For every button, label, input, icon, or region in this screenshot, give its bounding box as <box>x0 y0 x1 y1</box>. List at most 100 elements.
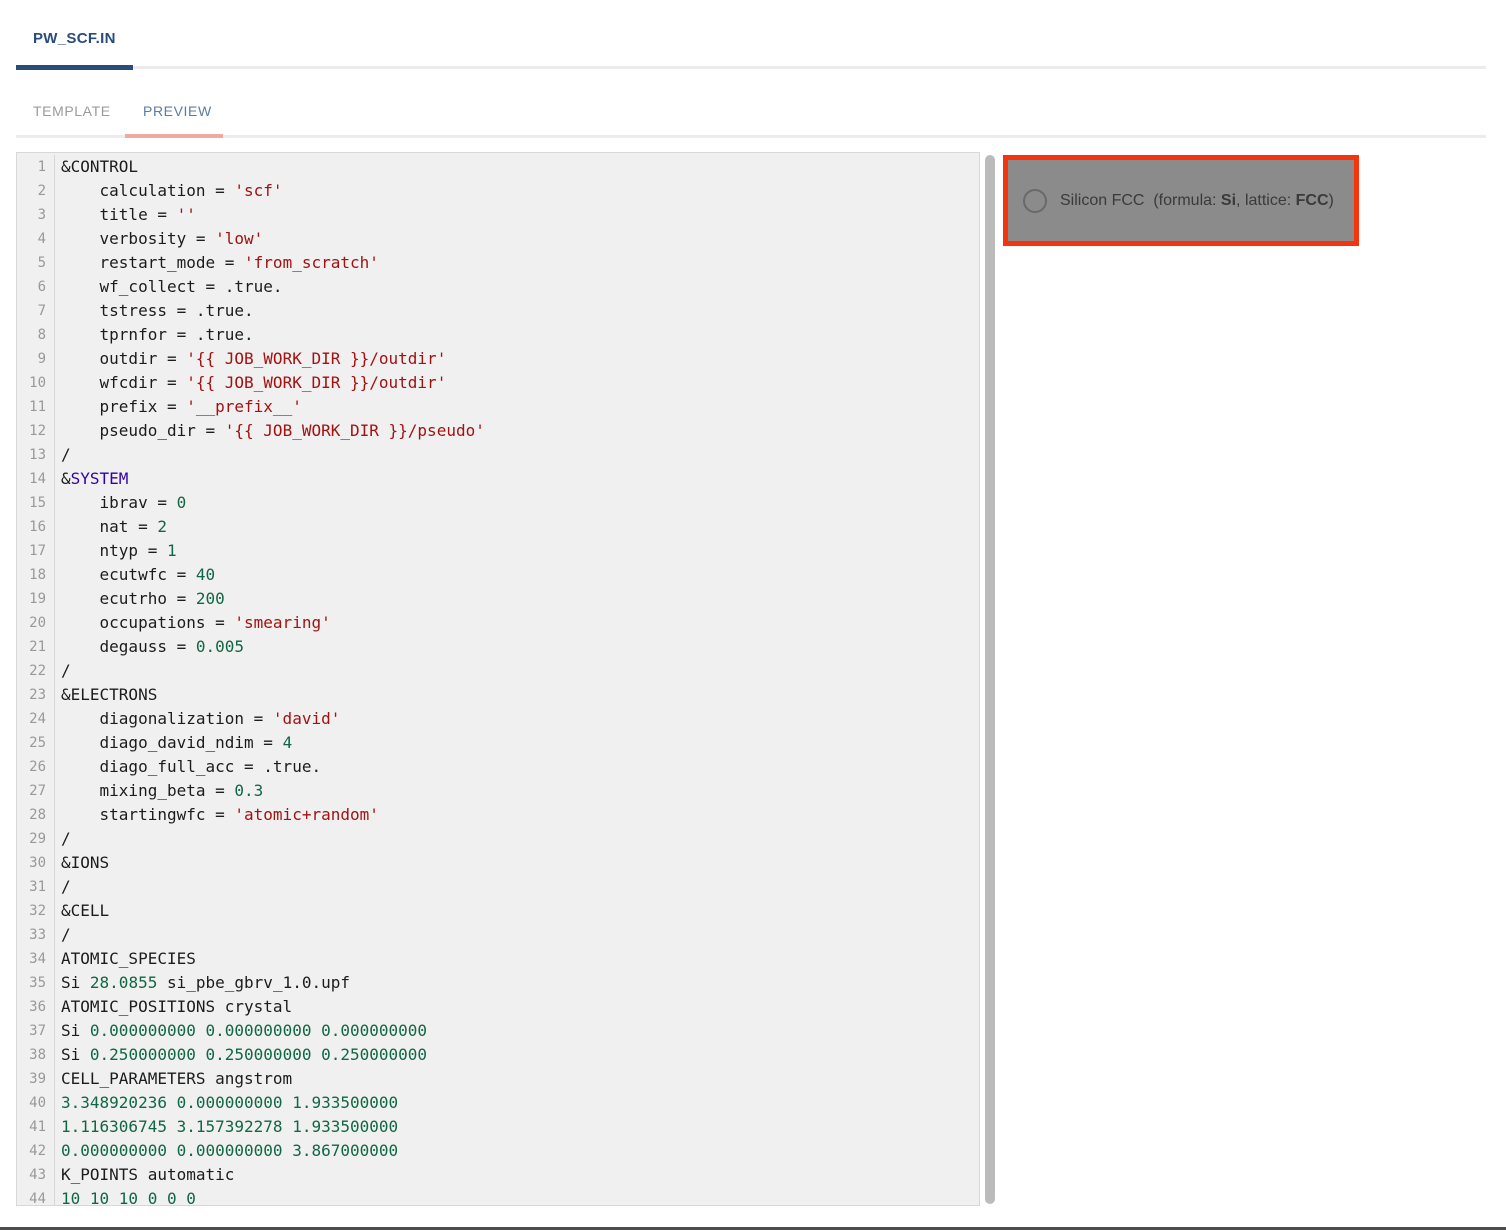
code-text: ecutrho = 200 <box>55 587 225 611</box>
code-text: Si 0.000000000 0.000000000 0.000000000 <box>55 1019 427 1043</box>
code-line: 4410 10 10 0 0 0 <box>17 1187 979 1206</box>
code-line: 16 nat = 2 <box>17 515 979 539</box>
code-line: 19 ecutrho = 200 <box>17 587 979 611</box>
code-token: si_pbe_gbrv_1.0.upf <box>157 973 350 992</box>
code-token: tprnfor = .true. <box>61 325 254 344</box>
code-line: 29/ <box>17 827 979 851</box>
tab-preview[interactable]: PREVIEW <box>143 103 212 119</box>
radio-button-icon[interactable] <box>1023 189 1047 213</box>
code-editor[interactable]: 1&CONTROL2 calculation = 'scf'3 title = … <box>16 152 980 1206</box>
code-token: 1.116306745 3.157392278 1.933500000 <box>61 1117 398 1136</box>
code-text: / <box>55 827 71 851</box>
code-token: wfcdir = <box>61 373 186 392</box>
line-number: 15 <box>17 491 55 515</box>
code-token: degauss = <box>61 637 196 656</box>
code-token: 0.000000000 0.000000000 3.867000000 <box>61 1141 398 1160</box>
code-token: diago_full_acc = .true. <box>61 757 321 776</box>
code-token: & <box>61 469 71 488</box>
file-tab-pw-scf-in[interactable]: PW_SCF.IN <box>33 30 116 47</box>
code-line: 13/ <box>17 443 979 467</box>
code-text: / <box>55 875 71 899</box>
code-line: 28 startingwfc = 'atomic+random' <box>17 803 979 827</box>
material-option-silicon-fcc[interactable]: Silicon FCC (formula: Si, lattice: FCC) <box>1003 155 1359 246</box>
code-line: 30&IONS <box>17 851 979 875</box>
line-number: 40 <box>17 1091 55 1115</box>
code-token: '{{ JOB_WORK_DIR }}/outdir' <box>186 373 446 392</box>
code-token: / <box>61 661 71 680</box>
line-number: 1 <box>17 155 55 179</box>
code-token: 'scf' <box>234 181 282 200</box>
line-number: 41 <box>17 1115 55 1139</box>
code-line: 21 degauss = 0.005 <box>17 635 979 659</box>
code-line: 24 diagonalization = 'david' <box>17 707 979 731</box>
code-token: prefix = <box>61 397 186 416</box>
code-token: diago_david_ndim = <box>61 733 283 752</box>
tab-template[interactable]: TEMPLATE <box>33 103 111 119</box>
code-line: 2 calculation = 'scf' <box>17 179 979 203</box>
code-text: Si 0.250000000 0.250000000 0.250000000 <box>55 1043 427 1067</box>
code-token: Si <box>61 973 90 992</box>
line-number: 21 <box>17 635 55 659</box>
code-text: ntyp = 1 <box>55 539 177 563</box>
line-number: 19 <box>17 587 55 611</box>
code-token: mixing_beta = <box>61 781 234 800</box>
code-token: CELL_PARAMETERS angstrom <box>61 1069 292 1088</box>
app-root: PW_SCF.IN TEMPLATE PREVIEW 1&CONTROL2 ca… <box>0 0 1506 1230</box>
code-token: title = <box>61 205 177 224</box>
code-text: wf_collect = .true. <box>55 275 283 299</box>
code-token: 0.000000000 0.000000000 0.000000000 <box>90 1021 427 1040</box>
editor-scrollbar[interactable] <box>985 155 995 1204</box>
line-number: 26 <box>17 755 55 779</box>
line-number: 7 <box>17 299 55 323</box>
code-token: '{{ JOB_WORK_DIR }}/pseudo' <box>225 421 485 440</box>
code-text: ATOMIC_POSITIONS crystal <box>55 995 292 1019</box>
preview-tab-active-indicator <box>125 134 223 138</box>
code-line: 9 outdir = '{{ JOB_WORK_DIR }}/outdir' <box>17 347 979 371</box>
code-text: 1.116306745 3.157392278 1.933500000 <box>55 1115 398 1139</box>
code-line: 34ATOMIC_SPECIES <box>17 947 979 971</box>
code-text: 3.348920236 0.000000000 1.933500000 <box>55 1091 398 1115</box>
line-number: 29 <box>17 827 55 851</box>
code-line: 18 ecutwfc = 40 <box>17 563 979 587</box>
code-token: 0 <box>177 493 187 512</box>
code-text: &CELL <box>55 899 109 923</box>
code-token: calculation = <box>61 181 234 200</box>
line-number: 37 <box>17 1019 55 1043</box>
code-text: restart_mode = 'from_scratch' <box>55 251 379 275</box>
code-line: 7 tstress = .true. <box>17 299 979 323</box>
line-number: 38 <box>17 1043 55 1067</box>
code-text: Si 28.0855 si_pbe_gbrv_1.0.upf <box>55 971 350 995</box>
code-token: verbosity = <box>61 229 215 248</box>
code-token: / <box>61 925 71 944</box>
code-text: / <box>55 923 71 947</box>
code-token: 0.3 <box>234 781 263 800</box>
line-number: 11 <box>17 395 55 419</box>
line-number: 10 <box>17 371 55 395</box>
line-number: 31 <box>17 875 55 899</box>
code-line: 43K_POINTS automatic <box>17 1163 979 1187</box>
code-token: '__prefix__' <box>186 397 302 416</box>
line-number: 5 <box>17 251 55 275</box>
code-token: nat = <box>61 517 157 536</box>
code-token: 10 10 10 0 0 0 <box>61 1189 196 1206</box>
line-number: 23 <box>17 683 55 707</box>
code-line: 33/ <box>17 923 979 947</box>
code-text: diago_full_acc = .true. <box>55 755 321 779</box>
code-token: 40 <box>196 565 215 584</box>
code-text: ecutwfc = 40 <box>55 563 215 587</box>
code-token: &CELL <box>61 901 109 920</box>
code-text: 10 10 10 0 0 0 <box>55 1187 196 1206</box>
code-token: restart_mode = <box>61 253 244 272</box>
code-line: 37Si 0.000000000 0.000000000 0.000000000 <box>17 1019 979 1043</box>
code-text: diago_david_ndim = 4 <box>55 731 292 755</box>
code-line: 31/ <box>17 875 979 899</box>
material-label-bold: FCC <box>1296 192 1329 209</box>
code-text: CELL_PARAMETERS angstrom <box>55 1067 292 1091</box>
code-text: mixing_beta = 0.3 <box>55 779 263 803</box>
sub-tab-underline-track <box>16 135 1486 138</box>
line-number: 39 <box>17 1067 55 1091</box>
code-token: 'smearing' <box>234 613 330 632</box>
code-token: occupations = <box>61 613 234 632</box>
line-number: 27 <box>17 779 55 803</box>
line-number: 42 <box>17 1139 55 1163</box>
